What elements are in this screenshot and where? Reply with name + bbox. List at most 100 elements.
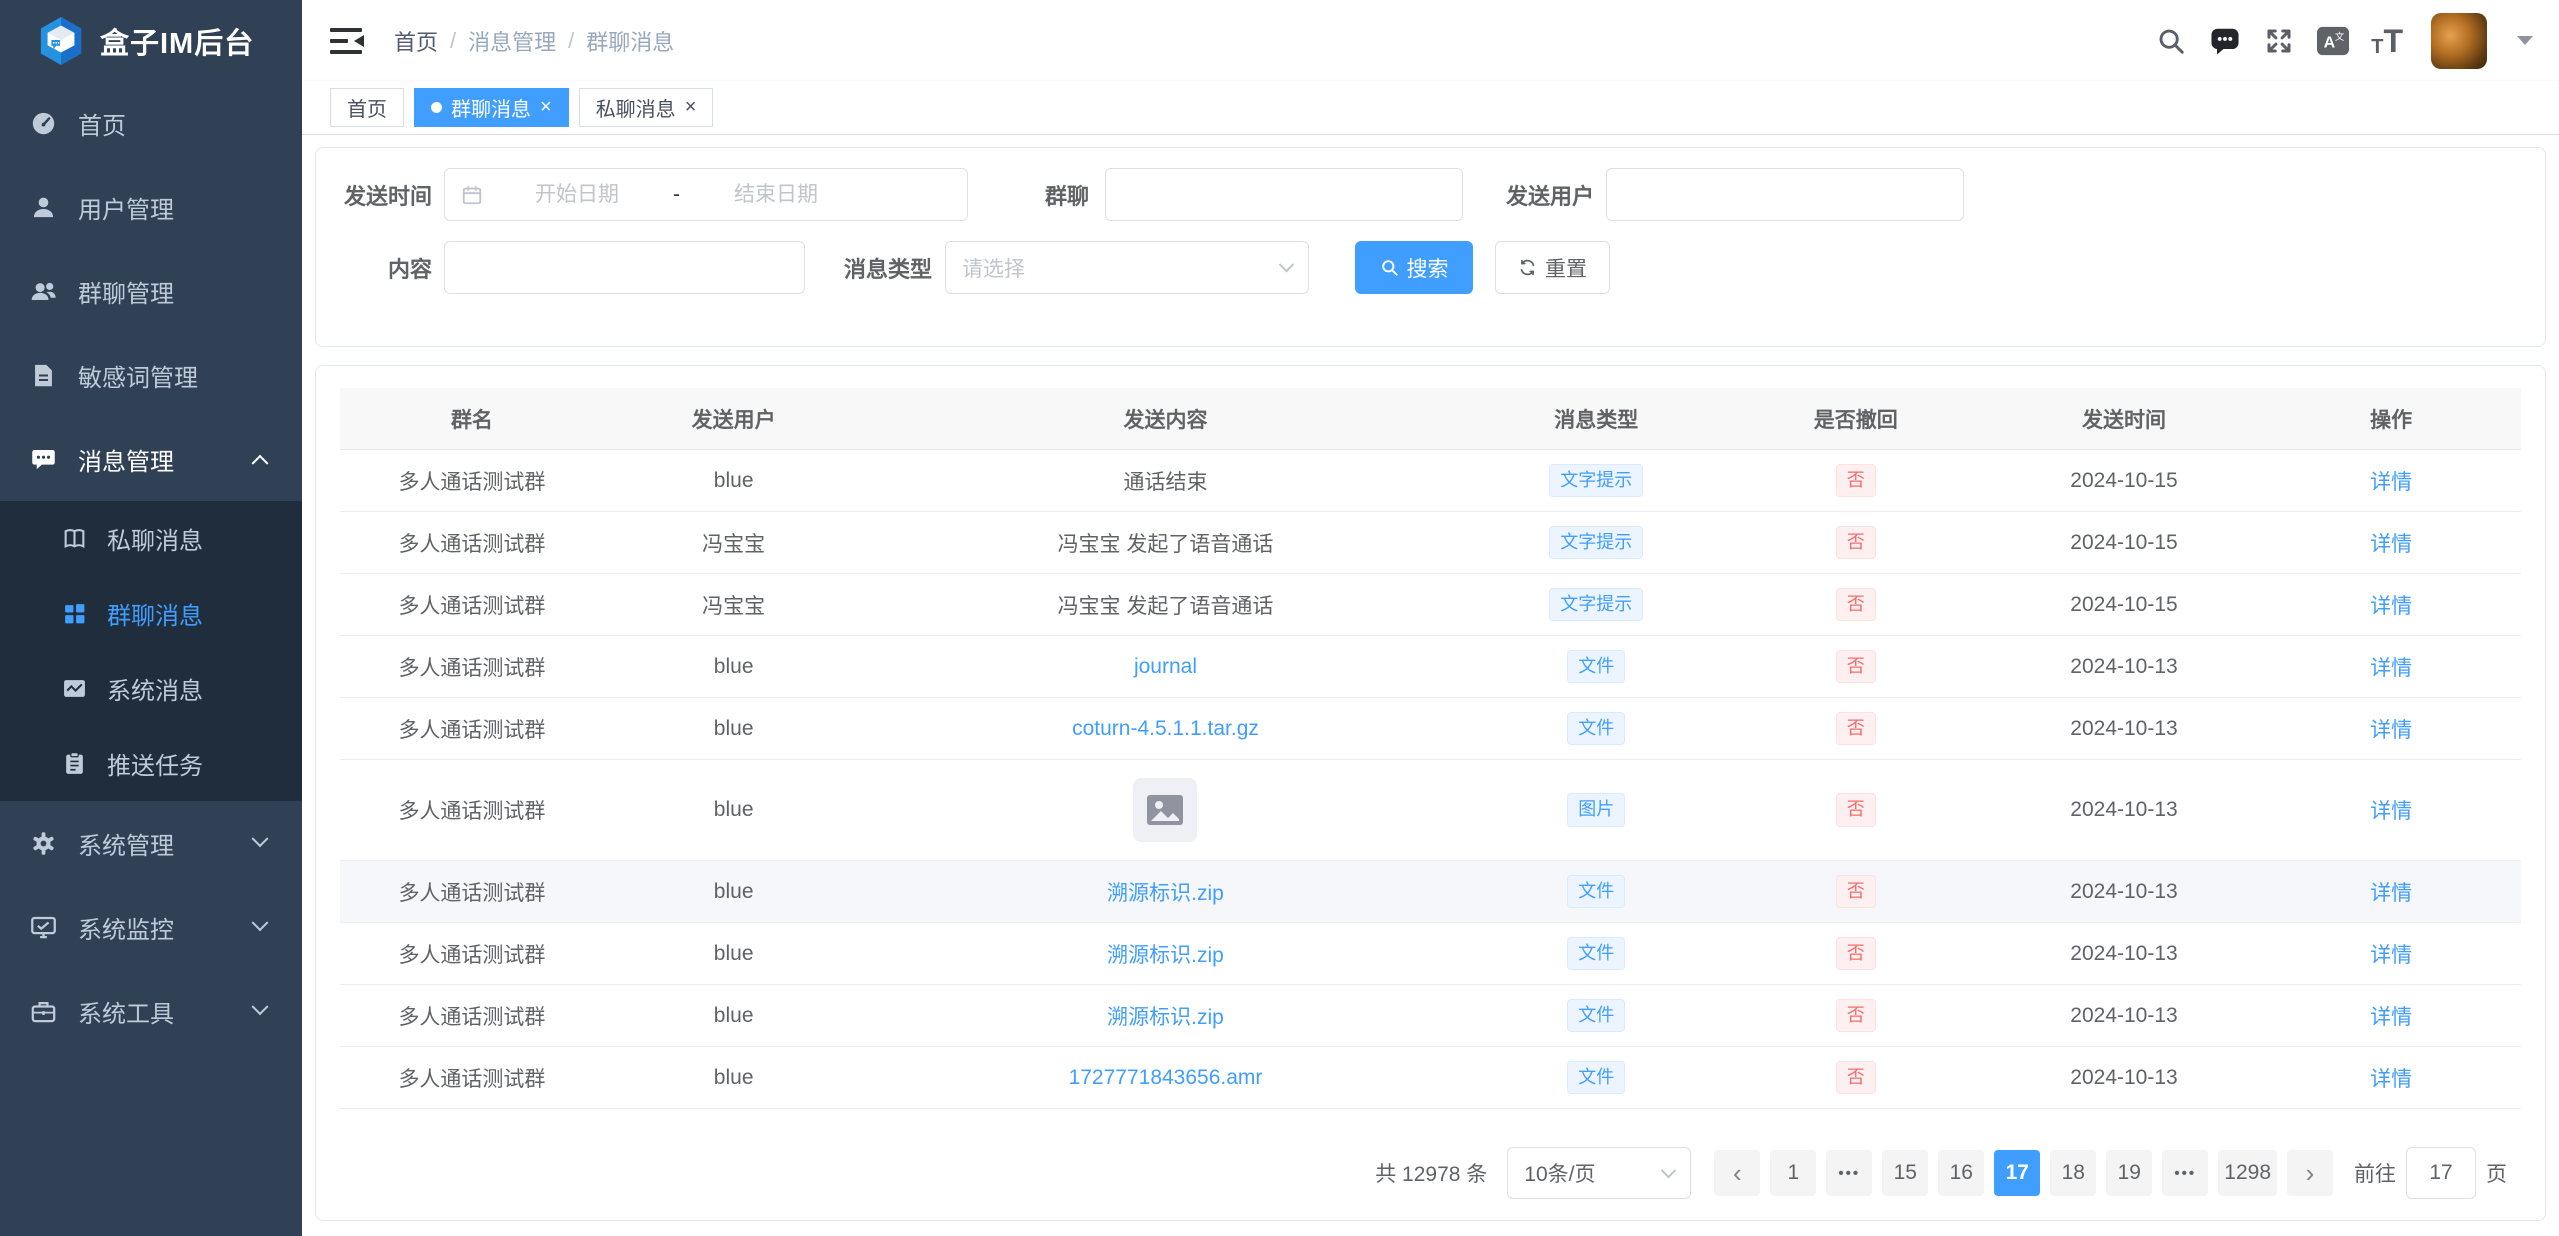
- sidebar-item-groups[interactable]: 群聊管理: [0, 249, 302, 333]
- end-date-input[interactable]: [686, 183, 866, 207]
- content-text[interactable]: 溯源标识.zip: [1107, 882, 1224, 905]
- detail-link[interactable]: 详情: [2370, 595, 2412, 618]
- date-range-picker[interactable]: -: [444, 168, 968, 221]
- jump-page-input[interactable]: [2406, 1147, 2476, 1199]
- search-form-row-1: 发送时间 - 群聊 发送用户: [340, 168, 2545, 221]
- image-placeholder-icon[interactable]: [1133, 778, 1197, 842]
- sidebar-item-sys-monitor[interactable]: 系统监控: [0, 885, 302, 969]
- caret-down-icon[interactable]: [2517, 36, 2533, 45]
- breadcrumb-item[interactable]: 消息管理: [468, 25, 556, 57]
- content-text[interactable]: 溯源标识.zip: [1107, 944, 1224, 967]
- cell-content: [863, 760, 1467, 860]
- message-icon[interactable]: [2209, 25, 2241, 57]
- fullscreen-icon[interactable]: [2263, 25, 2295, 57]
- sidebar-item-home[interactable]: 首页: [0, 81, 302, 165]
- detail-link[interactable]: 详情: [2370, 1068, 2412, 1091]
- content-text[interactable]: journal: [1134, 655, 1197, 678]
- detail-link[interactable]: 详情: [2370, 657, 2412, 680]
- content-text[interactable]: 冯宝宝 发起了语音通话: [1058, 533, 1274, 556]
- pagination-jumper: 前往 页: [2354, 1147, 2507, 1199]
- sidebar-item-sys-tools[interactable]: 系统工具: [0, 969, 302, 1053]
- start-date-input[interactable]: [487, 183, 667, 207]
- sidebar-item-private-msg[interactable]: 私聊消息: [0, 501, 302, 576]
- cell-message-type: 文字提示: [1468, 522, 1725, 563]
- content-text[interactable]: 冯宝宝 发起了语音通话: [1058, 595, 1274, 618]
- next-page-button[interactable]: ›: [2287, 1150, 2333, 1196]
- tab-home[interactable]: 首页: [330, 88, 404, 127]
- tab-private-messages[interactable]: 私聊消息 ×: [579, 88, 714, 127]
- table-row: 多人通话测试群 blue 通话结束 文字提示 否 2024-10-15 详情: [340, 450, 2521, 512]
- reset-button[interactable]: 重置: [1495, 241, 1610, 294]
- breadcrumb-item[interactable]: 群聊消息: [586, 25, 674, 57]
- recall-badge: 否: [1836, 1061, 1876, 1094]
- sidebar-item-system-msg[interactable]: 系统消息: [0, 651, 302, 726]
- cell-group-name: 多人通话测试群: [340, 791, 604, 829]
- cell-content: 通话结束: [863, 462, 1467, 500]
- table-row: 多人通话测试群 blue coturn-4.5.1.1.tar.gz 文件 否 …: [340, 698, 2521, 760]
- content-text[interactable]: 1727771843656.amr: [1069, 1066, 1263, 1089]
- page-button-15[interactable]: 15: [1882, 1150, 1928, 1196]
- app-logo[interactable]: 盒子IM后台: [0, 0, 302, 81]
- detail-link[interactable]: 详情: [2370, 800, 2412, 823]
- column-header-group: 群名: [340, 400, 604, 438]
- cell-send-time: 2024-10-13: [1987, 876, 2262, 908]
- page-size-value: 10条/页: [1524, 1158, 1663, 1188]
- sidebar-item-messages[interactable]: 消息管理: [0, 417, 302, 501]
- breadcrumb-item[interactable]: 首页: [394, 25, 438, 57]
- detail-link[interactable]: 详情: [2370, 471, 2412, 494]
- content-text[interactable]: 通话结束: [1123, 471, 1207, 494]
- detail-link[interactable]: 详情: [2370, 1006, 2412, 1029]
- page-button-17[interactable]: 17: [1994, 1150, 2040, 1196]
- recall-badge: 否: [1836, 875, 1876, 908]
- page-button-19[interactable]: 19: [2106, 1150, 2152, 1196]
- sidebar-item-group-msg[interactable]: 群聊消息: [0, 576, 302, 651]
- sidebar-item-sys-admin[interactable]: 系统管理: [0, 801, 302, 885]
- search-icon[interactable]: [2155, 25, 2187, 57]
- tab-close-icon[interactable]: ×: [685, 96, 697, 119]
- cell-message-type: 文件: [1468, 871, 1725, 912]
- avatar[interactable]: [2431, 13, 2487, 69]
- sidebar-item-push-task[interactable]: 推送任务: [0, 726, 302, 801]
- page-more-left[interactable]: •••: [1826, 1150, 1872, 1196]
- menu-label: 系统管理: [78, 826, 174, 861]
- search-form-card: 发送时间 - 群聊 发送用户 内容 消息类型 请选择: [315, 147, 2546, 347]
- page-button-1[interactable]: 1: [1770, 1150, 1816, 1196]
- page-button-1298[interactable]: 1298: [2218, 1150, 2277, 1196]
- content-input[interactable]: [444, 241, 805, 294]
- search-button[interactable]: 搜索: [1355, 241, 1473, 294]
- recall-badge: 否: [1836, 650, 1876, 683]
- translate-icon[interactable]: A文: [2317, 25, 2349, 57]
- page-more-right[interactable]: •••: [2162, 1150, 2208, 1196]
- content-text[interactable]: coturn-4.5.1.1.tar.gz: [1072, 717, 1259, 740]
- message-type-select[interactable]: 请选择: [945, 241, 1309, 294]
- sidebar-fold-icon[interactable]: [330, 25, 366, 57]
- chevron-down-icon: [1279, 257, 1295, 273]
- menu-label: 群聊管理: [78, 274, 174, 309]
- tab-close-icon[interactable]: ×: [540, 96, 552, 119]
- cell-action: 详情: [2261, 462, 2521, 500]
- detail-link[interactable]: 详情: [2370, 533, 2412, 556]
- page-button-18[interactable]: 18: [2050, 1150, 2096, 1196]
- font-size-icon[interactable]: TT: [2371, 25, 2403, 57]
- sidebar-item-users[interactable]: 用户管理: [0, 165, 302, 249]
- prev-page-button[interactable]: ‹: [1714, 1150, 1760, 1196]
- detail-link[interactable]: 详情: [2370, 882, 2412, 905]
- detail-link[interactable]: 详情: [2370, 944, 2412, 967]
- group-input[interactable]: [1105, 168, 1463, 221]
- cell-group-name: 多人通话测试群: [340, 1059, 604, 1097]
- cell-recall: 否: [1725, 871, 1987, 912]
- content-text[interactable]: 溯源标识.zip: [1107, 1006, 1224, 1029]
- sidebar-item-sensitive[interactable]: 敏感词管理: [0, 333, 302, 417]
- cell-group-name: 多人通话测试群: [340, 648, 604, 686]
- detail-link[interactable]: 详情: [2370, 719, 2412, 742]
- menu-label: 系统消息: [107, 671, 203, 706]
- page-size-select[interactable]: 10条/页: [1507, 1147, 1691, 1199]
- sender-input[interactable]: [1606, 168, 1964, 221]
- navbar-actions: A文 TT: [2155, 13, 2533, 69]
- type-badge: 文件: [1567, 1061, 1625, 1094]
- page-button-16[interactable]: 16: [1938, 1150, 1984, 1196]
- tab-group-messages[interactable]: 群聊消息 ×: [414, 88, 569, 127]
- cell-action: 详情: [2261, 586, 2521, 624]
- cell-recall: 否: [1725, 584, 1987, 625]
- table-row: 多人通话测试群 冯宝宝 冯宝宝 发起了语音通话 文字提示 否 2024-10-1…: [340, 512, 2521, 574]
